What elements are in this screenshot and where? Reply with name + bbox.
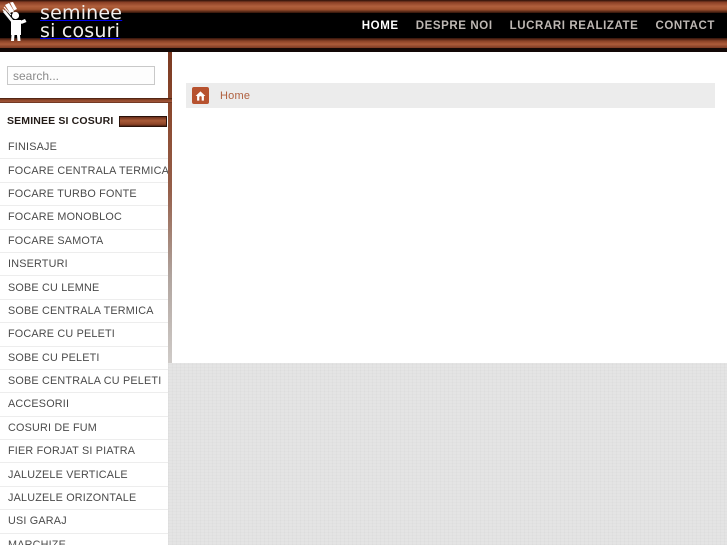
nav-item-lucrari-realizate[interactable]: LUCRARI REALIZATE: [510, 20, 639, 32]
home-icon[interactable]: [192, 87, 209, 104]
breadcrumb: Home: [186, 83, 715, 108]
nav-item-despre-noi[interactable]: DESPRE NOI: [416, 20, 493, 32]
sidebar-item-focare-monobloc[interactable]: FOCARE MONOBLOC: [0, 206, 168, 230]
sidebar-item-finisaje[interactable]: FINISAJE: [0, 136, 168, 160]
sidebar-item-focare-turbo-fonte[interactable]: FOCARE TURBO FONTE: [0, 183, 168, 207]
main-content: Home: [172, 52, 727, 363]
sidebar-item-focare-samota[interactable]: FOCARE SAMOTA: [0, 230, 168, 253]
nav-item-contact[interactable]: CONTACT: [655, 20, 715, 32]
sidebar-item-sobe-centrala-cu-peleti[interactable]: SOBE CENTRALA CU PELETI: [0, 370, 168, 394]
header-bottom-edge: [0, 48, 727, 52]
logo-wordmark: seminee si cosuri: [40, 4, 122, 42]
nav-item-home[interactable]: HOME: [362, 20, 399, 32]
sidebar-item-cosuri-de-fum[interactable]: COSURI DE FUM: [0, 417, 168, 441]
sidebar-item-marchize[interactable]: MARCHIZE: [0, 534, 168, 545]
sidebar-heading-accent-bar: [119, 115, 167, 127]
main-navigation: HOME DESPRE NOI LUCRARI REALIZATE CONTAC…: [362, 13, 715, 38]
site-logo[interactable]: seminee si cosuri: [0, 0, 160, 44]
sidebar-item-jaluzele-orizontale[interactable]: JALUZELE ORIZONTALE: [0, 487, 168, 511]
sidebar-item-focare-cu-peleti[interactable]: FOCARE CU PELETI: [0, 323, 168, 347]
sidebar-item-focare-centrala-termica[interactable]: FOCARE CENTRALA TERMICA: [0, 159, 168, 183]
search-input[interactable]: [7, 66, 155, 85]
sidebar-item-inserturi[interactable]: INSERTURI: [0, 253, 168, 277]
sidebar-heading: SEMINEE SI COSURI: [7, 113, 167, 129]
sidebar-item-usi-garaj[interactable]: USI GARAJ: [0, 510, 168, 534]
sidebar-item-sobe-cu-lemne[interactable]: SOBE CU LEMNE: [0, 276, 168, 300]
sidebar-item-jaluzele-verticale[interactable]: JALUZELE VERTICALE: [0, 463, 168, 487]
chimney-sweep-icon: [2, 2, 36, 42]
sidebar-menu: FINISAJE FOCARE CENTRALA TERMICA FOCARE …: [0, 136, 168, 545]
sidebar-divider-rule: [0, 98, 172, 103]
logo-line-2: si cosuri: [40, 20, 121, 42]
breadcrumb-home-link[interactable]: Home: [220, 90, 250, 102]
sidebar-item-fier-forjat-si-piatra[interactable]: FIER FORJAT SI PIATRA: [0, 440, 168, 464]
sidebar-item-accesorii[interactable]: ACCESORII: [0, 393, 168, 417]
sidebar-heading-label: SEMINEE SI COSURI: [7, 115, 114, 127]
sidebar-item-sobe-cu-peleti[interactable]: SOBE CU PELETI: [0, 347, 168, 370]
sidebar: SEMINEE SI COSURI FINISAJE FOCARE CENTRA…: [0, 52, 172, 545]
search-container: [0, 52, 168, 85]
sidebar-item-sobe-centrala-termica[interactable]: SOBE CENTRALA TERMICA: [0, 300, 168, 324]
